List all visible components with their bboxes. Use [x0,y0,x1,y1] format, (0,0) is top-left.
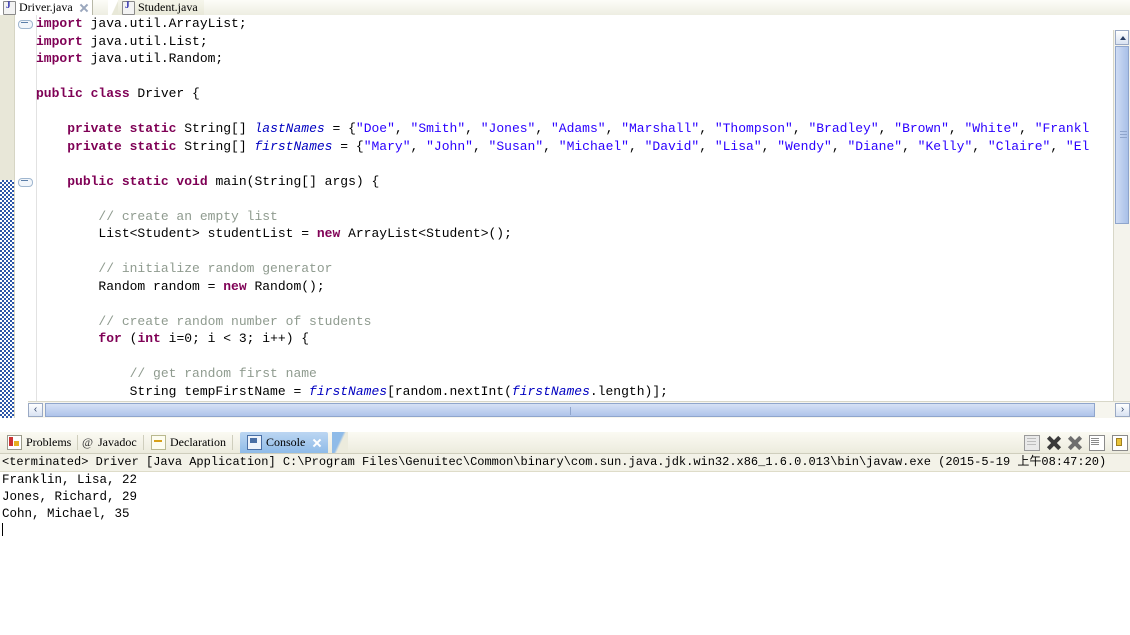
console-caret-line [2,523,1130,540]
vertical-scroll-thumb[interactable] [1115,46,1129,224]
bottom-view-stack: Problems @ Javadoc Declaration Console <… [0,432,1130,635]
code-line: // initialize random generator [98,261,333,276]
fold-collapse-icon[interactable] [18,175,33,188]
java-file-icon [3,0,16,15]
code-line: public static void main(String[] args) { [67,173,380,189]
view-tab-declaration[interactable]: Declaration [144,432,233,453]
code-line: Random random = new Random(); [36,278,325,294]
code-line: import java.util.Random; [36,51,224,66]
scroll-right-icon[interactable]: › [1115,403,1130,417]
view-tab-console[interactable]: Console [240,432,329,453]
terminate-icon[interactable] [1047,436,1061,450]
view-tab-label: Problems [26,435,72,449]
console-output-line: Jones, Richard, 29 [2,490,138,504]
editor-tab-label: Student.java [138,0,198,14]
scroll-grip-icon [1120,131,1127,139]
declaration-icon [151,435,166,450]
console-output[interactable]: Franklin, Lisa, 22 Jones, Richard, 29 Cohn… [0,472,1130,635]
code-line: for (int i=0; i < 3; i++) { [98,331,310,346]
remove-all-terminated-icon[interactable] [1068,436,1082,450]
close-icon[interactable] [79,3,88,12]
code-text[interactable]: import java.util.ArrayList; import java.u… [36,15,1106,418]
editor-tab-student[interactable]: Student.java [118,0,204,15]
java-editor[interactable]: import java.util.ArrayList; import java.u… [0,15,1130,418]
close-icon[interactable] [312,438,321,447]
scroll-grip-icon [570,407,572,415]
code-line: public class Driver { [36,86,200,101]
editor-horizontal-scrollbar[interactable]: ‹ › [28,401,1130,418]
fold-collapse-icon[interactable] [18,17,33,30]
code-line: // get random first name [129,366,317,381]
changed-lines-indicator [0,180,14,418]
scroll-up-icon[interactable] [1115,30,1129,45]
view-tab-javadoc[interactable]: @ Javadoc [74,432,144,453]
code-line: List<Student> studentList = new ArrayLis… [36,226,512,241]
console-icon [247,435,262,450]
editor-tab-bar: Driver.java Student.java [0,0,1130,15]
view-tab-bar: Problems @ Javadoc Declaration Console [0,432,1130,454]
problems-icon [7,435,22,450]
console-toolbar [1024,434,1128,451]
javadoc-icon: @ [81,435,94,449]
clear-console-icon[interactable] [1024,434,1040,451]
tab-separator [231,435,233,450]
scroll-left-icon[interactable]: ‹ [28,403,43,417]
code-line: import java.util.ArrayList; [36,16,247,31]
eclipse-workbench: Driver.java Student.java import java.uti… [0,0,1130,635]
view-tab-label: Javadoc [98,435,137,449]
pin-console-icon[interactable] [1112,434,1128,451]
code-line: private static String[] lastNames = {"Do… [67,121,1090,136]
tab-curve [332,432,348,453]
text-caret [2,523,3,536]
editor-vertical-scrollbar[interactable] [1113,30,1130,418]
editor-tab-label: Driver.java [19,0,73,14]
code-line: private static String[] firstNames = {"M… [67,138,1090,154]
console-launch-header: <terminated> Driver [Java Application] C… [0,454,1130,472]
horizontal-scroll-thumb[interactable] [45,403,1095,417]
code-line: // create random number of students [98,313,372,329]
java-file-icon [122,0,135,15]
code-line: // create an empty list [98,208,278,224]
view-tab-label: Declaration [170,435,226,449]
code-line: String tempFirstName = firstNames[random… [36,383,668,399]
code-line: import java.util.List; [36,33,208,49]
display-selected-console-icon[interactable] [1089,434,1105,451]
console-output-line: Cohn, Michael, 35 [2,507,130,521]
view-tab-label: Console [266,435,306,449]
folding-ruler[interactable] [15,15,37,418]
console-output-line: Franklin, Lisa, 22 [2,473,138,487]
view-tab-problems[interactable]: Problems [0,432,79,453]
editor-tab-driver[interactable]: Driver.java [0,0,93,15]
